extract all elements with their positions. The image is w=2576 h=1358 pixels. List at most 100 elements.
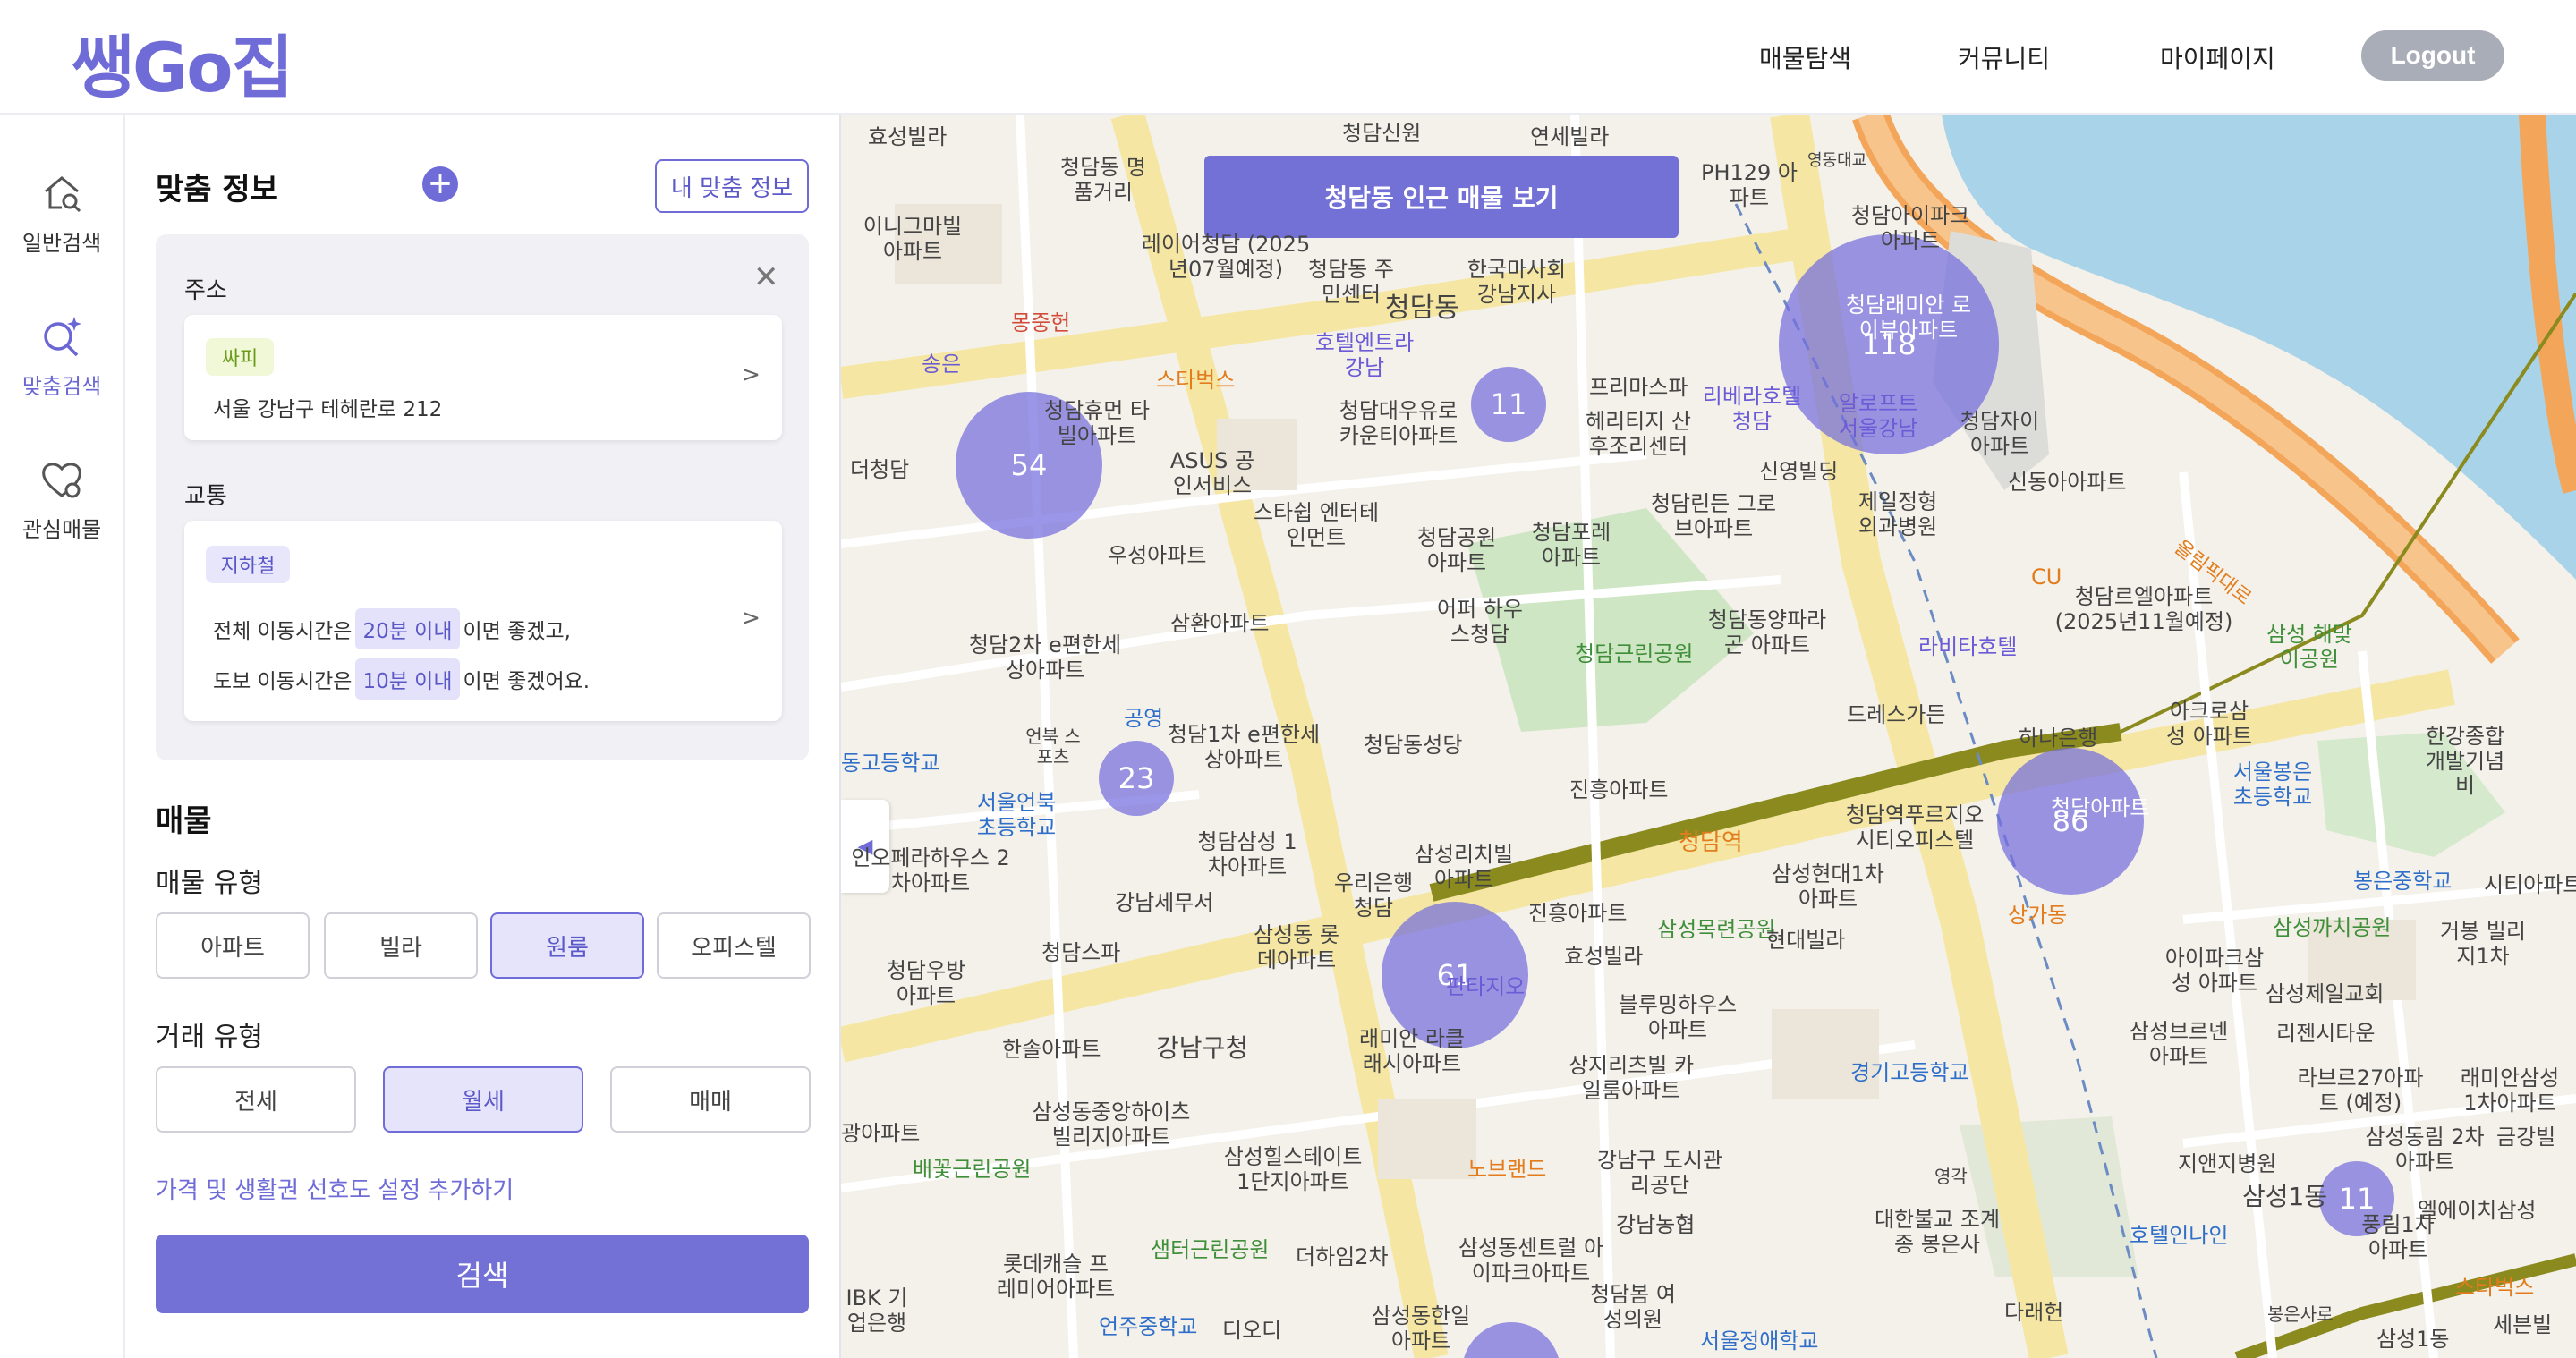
chevron-right-icon: > <box>741 361 761 388</box>
map-label: 삼성제일교회 <box>2266 981 2385 1006</box>
map-label: 영동대교 <box>1807 151 1867 170</box>
map-label: 청담동 주민센터 <box>1308 257 1394 307</box>
map-label: 한국마사회 강남지사 <box>1467 257 1567 307</box>
map-label: 청담아파트 <box>2051 795 2150 820</box>
property-section-title: 매물 <box>156 803 212 839</box>
map-label: 롯데캐슬 프레미어아파트 <box>996 1252 1116 1302</box>
map-label: 서울정애학교 <box>1700 1328 1819 1354</box>
map-view[interactable]: 청담동 인근 매물 보기 ◀ 54 11 118 23 86 61 11 30 … <box>841 115 2576 1358</box>
rail-label: 맞춤검색 <box>21 374 102 399</box>
map-label: 청담신원 <box>1342 121 1422 146</box>
map-label: 아이파크삼성 아파트 <box>2164 946 2265 996</box>
map-label: 삼성힐스테이트 1단지아파트 <box>1223 1144 1363 1194</box>
map-label: 청담근린공원 <box>1575 641 1694 666</box>
chevron-right-icon: > <box>741 605 761 632</box>
map-label: 세븐빌 <box>2493 1312 2553 1337</box>
transport-line2: 도보 이동시간은 10분 이내 이면 좋겠어요. <box>213 658 590 700</box>
map-label: 삼성리치빌 아파트 <box>1414 842 1514 892</box>
address-value: 서울 강남구 테헤란로 212 <box>213 398 443 421</box>
map-label: ASUS 공인서비스 <box>1169 448 1255 498</box>
map-label: 프리마스파 <box>1589 375 1688 400</box>
logout-button[interactable]: Logout <box>2361 30 2504 81</box>
map-label: 한강종합 개발기념비 <box>2425 724 2505 799</box>
map-label: 알로프트 서울강남 <box>1838 391 1918 441</box>
map-label: 봉은중학교 <box>2353 869 2453 894</box>
map-label: 강남농협 <box>1616 1212 1696 1237</box>
map-label: 청담봄 여성의원 <box>1590 1282 1676 1332</box>
map-label: 청담대우유로 카운티아파트 <box>1339 398 1458 448</box>
map-label: 하나은행 <box>2019 726 2098 751</box>
map-label: 다래헌 <box>2004 1300 2064 1325</box>
rail-favorites[interactable]: 관심매물 <box>0 456 123 543</box>
map-label: 신영빌딩 <box>1759 459 1839 484</box>
type-villa[interactable]: 빌라 <box>324 912 478 979</box>
type-officetel[interactable]: 오피스텔 <box>657 912 811 979</box>
nav-explore[interactable]: 매물탐색 <box>1759 39 1851 75</box>
map-label: 진흥아파트 <box>1528 901 1628 926</box>
map-label: 대한불교 조계종 봉은사 <box>1874 1207 2001 1257</box>
map-label: 지앤지병원 <box>2178 1151 2277 1176</box>
deal-type-title: 거래 유형 <box>156 1022 263 1053</box>
map-label: 청담삼성 1차아파트 <box>1197 829 1297 879</box>
map-label: 호텔엔트라 강남 <box>1314 330 1415 380</box>
map-label: 스타쉽 엔터테인먼트 <box>1253 500 1380 550</box>
map-label: 강남구 도시관리공단 <box>1596 1148 1723 1198</box>
add-info-button[interactable]: + <box>422 166 458 202</box>
map-label: 삼성동한일 아파트 <box>1371 1303 1471 1354</box>
map-label: 거봉 빌리지1차 <box>2440 919 2526 969</box>
map-label: 라브르27아파트 (예정) <box>2297 1065 2424 1116</box>
map-label: 더청담 <box>850 457 910 482</box>
map-label: 삼성브르넨 아파트 <box>2129 1019 2229 1069</box>
map-label: 우성아파트 <box>1108 543 1207 568</box>
search-button[interactable]: 검색 <box>156 1235 809 1313</box>
map-label: 청담1차 e편한세상아파트 <box>1167 722 1321 772</box>
map-cluster[interactable]: 86 <box>1997 748 2144 895</box>
nearby-listings-button[interactable]: 청담동 인근 매물 보기 <box>1204 156 1679 238</box>
close-icon[interactable]: ✕ <box>753 259 779 295</box>
map-label: 청담동성당 <box>1364 733 1463 758</box>
map-label: 헤리티지 산후조리센터 <box>1585 409 1692 459</box>
panel-title: 맞춤 정보 <box>156 172 278 208</box>
map-label: 삼성동림 2차아파트 <box>2365 1125 2485 1175</box>
map-label: 상지리츠빌 카일룸아파트 <box>1568 1053 1695 1103</box>
rail-general-search[interactable]: 일반검색 <box>0 170 123 257</box>
map-label: 공영 <box>1124 706 1164 731</box>
app-logo[interactable]: 쌩Go집 <box>72 13 293 111</box>
nav-community[interactable]: 커뮤니티 <box>1958 39 2050 75</box>
map-label: 블루밍하우스 아파트 <box>1618 992 1738 1042</box>
map-label: 청담우방 아파트 <box>886 958 966 1008</box>
type-oneroom[interactable]: 원룸 <box>490 912 644 979</box>
deal-wolse[interactable]: 월세 <box>383 1066 583 1133</box>
map-label: 청담자이 아파트 <box>1960 409 2040 459</box>
transport-card[interactable]: 지하철 전체 이동시간은 20분 이내 이면 좋겠고, 도보 이동시간은 10분 이내… <box>184 521 782 721</box>
map-label: 삼환아파트 <box>1170 611 1270 636</box>
map-label: 리베라호텔 청담 <box>1702 384 1802 434</box>
preference-settings-link[interactable]: 가격 및 생활권 선호도 설정 추가하기 <box>156 1172 514 1205</box>
map-label: 우리은행 청담 <box>1333 870 1414 921</box>
map-label: 삼성현대1차 아파트 <box>1772 861 1884 912</box>
map-label: 샘터근린공원 <box>1151 1237 1270 1262</box>
map-label: 디오디 <box>1222 1318 1282 1343</box>
map-label: 동고등학교 <box>841 751 940 776</box>
map-label: 청담공원 아파트 <box>1416 525 1497 575</box>
my-info-button[interactable]: 내 맞춤 정보 <box>655 159 809 213</box>
address-card[interactable]: 싸피 서울 강남구 테헤란로 212 > <box>184 315 782 440</box>
map-cluster[interactable]: 11 <box>1471 367 1546 442</box>
map-label: 청담래미안 로이뷰아파트 <box>1845 293 1972 343</box>
map-label: 연세빌라 <box>1530 124 1610 149</box>
deal-jeonse[interactable]: 전세 <box>156 1066 356 1133</box>
top-header: 쌩Go집 매물탐색 커뮤니티 마이페이지 Logout <box>0 0 2576 115</box>
nav-mypage[interactable]: 마이페이지 <box>2160 39 2275 75</box>
map-label: PH129 아파트 <box>1700 160 1798 210</box>
deal-sale[interactable]: 매매 <box>610 1066 811 1133</box>
map-label: 효성빌라 <box>1564 944 1644 969</box>
map-label: 봉은사로 <box>2267 1303 2334 1325</box>
type-apartment[interactable]: 아파트 <box>156 912 310 979</box>
map-label: 청담동 명품거리 <box>1060 155 1146 205</box>
heart-icon <box>42 463 81 498</box>
map-label: 신동아아파트 <box>2008 470 2127 495</box>
rail-custom-search[interactable]: 맞춤검색 <box>0 313 123 400</box>
map-label: 삼성동 롯데아파트 <box>1254 922 1339 972</box>
map-label: 판타지오 <box>1446 974 1526 999</box>
map-label: 시티아파트 <box>2484 872 2576 897</box>
